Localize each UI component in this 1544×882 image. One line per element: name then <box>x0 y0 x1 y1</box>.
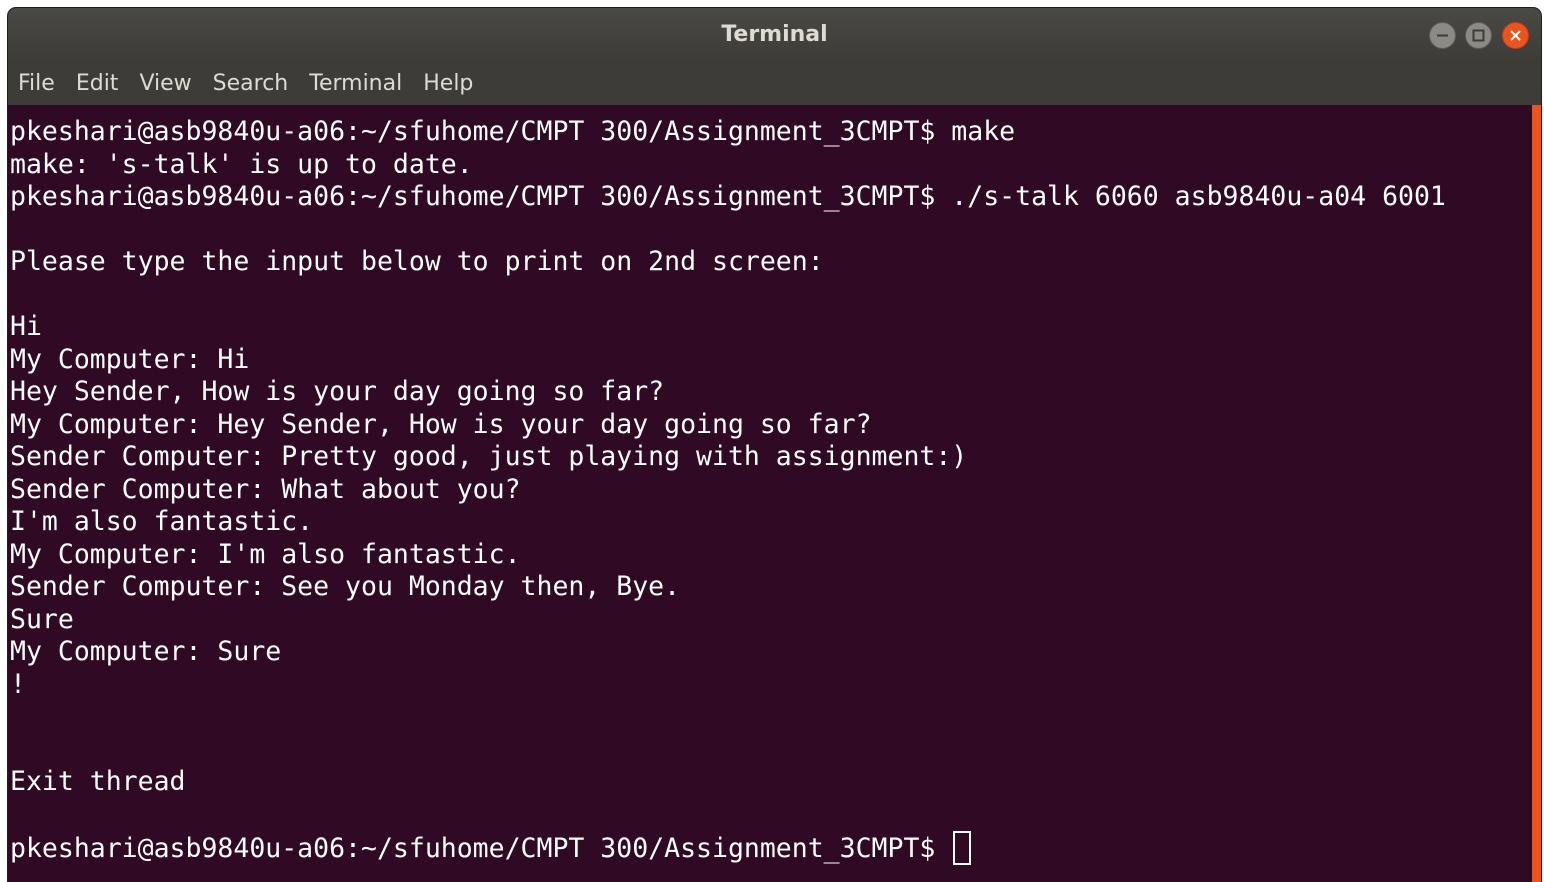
menu-view[interactable]: View <box>139 69 191 99</box>
terminal-line: My Computer: Hey Sender, How is your day… <box>10 408 872 440</box>
menu-bar: File Edit View Search Terminal Help <box>8 62 1541 105</box>
terminal-line: Sender Computer: Pretty good, just playi… <box>10 441 968 472</box>
minimize-button[interactable] <box>1429 22 1456 49</box>
menu-help[interactable]: Help <box>423 69 473 99</box>
terminal-line: pkeshari@asb9840u-a06:~/sfuhome/CMPT 300… <box>10 181 1446 212</box>
terminal-line: My Computer: I'm also fantastic. <box>10 538 521 570</box>
menu-edit[interactable]: Edit <box>76 69 119 99</box>
title-bar[interactable]: Terminal <box>8 8 1541 62</box>
terminal-output[interactable]: pkeshari@asb9840u-a06:~/sfuhome/CMPT 300… <box>8 105 1532 882</box>
terminal-line: My Computer: Sure <box>10 636 282 667</box>
terminal-prompt: pkeshari@asb9840u-a06:~/sfuhome/CMPT 300… <box>10 833 952 864</box>
maximize-button[interactable] <box>1465 22 1492 49</box>
terminal-line: My Computer: Hi <box>10 343 250 375</box>
menu-terminal[interactable]: Terminal <box>309 69 402 99</box>
menu-file[interactable]: File <box>18 69 55 99</box>
terminal-line: Exit thread <box>10 766 186 797</box>
terminal-window: Terminal File Edit View Search Terminal … <box>8 8 1541 882</box>
terminal-line: I'm also fantastic. <box>10 506 314 537</box>
terminal-prompt-line: pkeshari@asb9840u-a06:~/sfuhome/CMPT 300… <box>10 831 1446 865</box>
terminal-line: make: 's-talk' is up to date. <box>10 148 473 180</box>
window-title: Terminal <box>721 22 828 47</box>
terminal-line: Sure <box>10 603 74 635</box>
scrollbar[interactable] <box>1532 105 1541 882</box>
menu-search[interactable]: Search <box>213 69 289 99</box>
text-cursor <box>953 831 972 865</box>
terminal-line: ! <box>10 668 26 700</box>
terminal-line: Sender Computer: See you Monday then, By… <box>10 571 681 602</box>
terminal-lines: pkeshari@asb9840u-a06:~/sfuhome/CMPT 300… <box>10 116 1446 865</box>
terminal-line: Sender Computer: What about you? <box>10 473 521 505</box>
terminal-line: Please type the input below to print on … <box>10 246 824 277</box>
terminal-line: Hi <box>10 311 42 342</box>
close-button[interactable] <box>1502 22 1529 49</box>
terminal-line: pkeshari@asb9840u-a06:~/sfuhome/CMPT 300… <box>10 116 1016 147</box>
terminal-line: Hey Sender, How is your day going so far… <box>10 376 665 407</box>
